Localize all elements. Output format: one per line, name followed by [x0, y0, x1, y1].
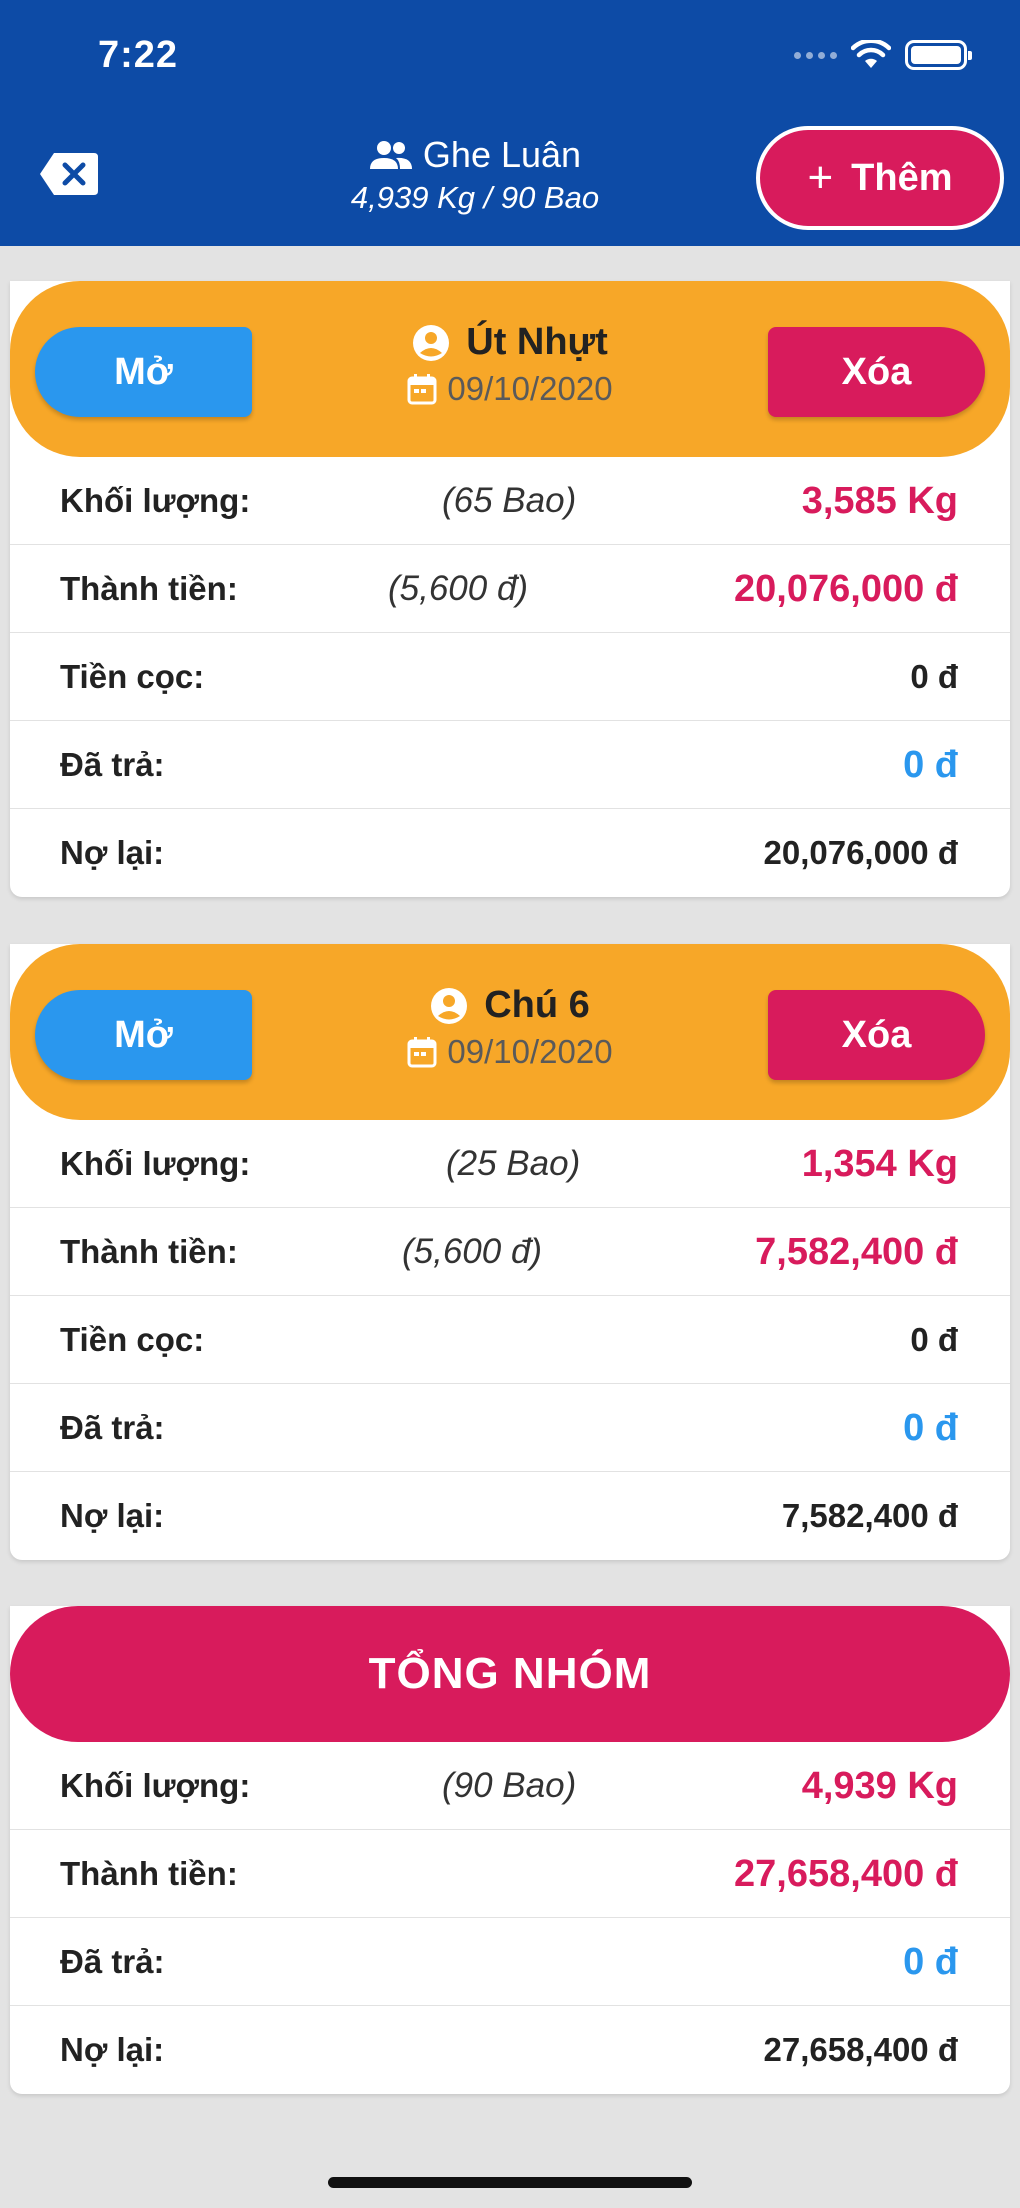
- amount-label: Thành tiền:: [60, 1855, 238, 1892]
- battery-icon: [905, 40, 972, 70]
- account-circle-icon: [431, 987, 468, 1024]
- add-button-label: Thêm: [851, 156, 953, 199]
- weight-label: Khối lượng:: [60, 1767, 251, 1804]
- wifi-icon: [851, 40, 891, 68]
- debt-label: Nợ lại:: [60, 1497, 165, 1534]
- weight-value: 4,939 Kg: [801, 1765, 958, 1807]
- paid-value: 0 đ: [903, 1941, 958, 1983]
- customer-card: Mở Chú 6 09/10/2020 Xóa Khối lượng: (25 …: [10, 944, 1010, 1560]
- deposit-value: 0 đ: [910, 1321, 958, 1358]
- delete-button[interactable]: Xóa: [768, 990, 985, 1080]
- amount-label: Thành tiền:: [60, 1233, 238, 1270]
- deposit-label: Tiền cọc:: [60, 1321, 205, 1358]
- weight-value: 3,585 Kg: [801, 480, 958, 522]
- amount-label: Thành tiền:: [60, 570, 238, 607]
- amount-row: Thành tiền: 27,658,400 đ: [10, 1830, 1010, 1918]
- debt-label: Nợ lại:: [60, 2031, 165, 2068]
- delete-button[interactable]: Xóa: [768, 327, 985, 417]
- app-header: 7:22 Ghe Luân 4,939 Kg / 90 Bao + Thêm: [0, 0, 1020, 246]
- group-people-icon: [369, 141, 412, 169]
- customer-card-header: Mở Chú 6 09/10/2020 Xóa: [10, 944, 1010, 1120]
- bag-count: (65 Bao): [442, 481, 577, 520]
- weight-label: Khối lượng:: [60, 1145, 251, 1182]
- add-button[interactable]: + Thêm: [756, 126, 1004, 230]
- debt-value: 7,582,400 đ: [781, 1497, 958, 1534]
- customer-name: Chú 6: [484, 984, 590, 1026]
- unit-price: (5,600 đ): [388, 569, 529, 608]
- status-icons: [794, 38, 972, 72]
- paid-row: Đã trả: 0 đ: [10, 1918, 1010, 2006]
- open-button[interactable]: Mở: [35, 990, 252, 1080]
- status-time: 7:22: [98, 34, 179, 76]
- group-total-title: TỔNG NHÓM: [368, 1649, 652, 1698]
- debt-value: 27,658,400 đ: [763, 2031, 959, 2068]
- customer-card: Mở Út Nhựt 09/10/2020 Xóa Khối lượng: (6…: [10, 281, 1010, 897]
- weight-value: 1,354 Kg: [801, 1143, 958, 1185]
- page-subtitle: 4,939 Kg / 90 Bao: [350, 180, 600, 215]
- debt-label: Nợ lại:: [60, 834, 165, 871]
- deposit-label: Tiền cọc:: [60, 658, 205, 695]
- amount-row: Thành tiền: (5,600 đ) 7,582,400 đ: [10, 1208, 1010, 1296]
- account-circle-icon: [413, 324, 450, 361]
- bag-count: (90 Bao): [442, 1766, 577, 1805]
- card-date: 09/10/2020: [447, 370, 613, 407]
- group-total-header: TỔNG NHÓM: [10, 1606, 1010, 1742]
- open-button[interactable]: Mở: [35, 327, 252, 417]
- amount-row: Thành tiền: (5,600 đ) 20,076,000 đ: [10, 545, 1010, 633]
- weight-row: Khối lượng: (90 Bao) 4,939 Kg: [10, 1742, 1010, 1830]
- amount-value: 20,076,000 đ: [734, 568, 958, 610]
- deposit-value: 0 đ: [910, 658, 958, 695]
- amount-value: 27,658,400 đ: [734, 1853, 958, 1895]
- plus-icon: +: [807, 153, 834, 202]
- weight-row: Khối lượng: (25 Bao) 1,354 Kg: [10, 1120, 1010, 1208]
- calendar-icon: [407, 1037, 437, 1068]
- customer-name: Út Nhựt: [466, 321, 608, 363]
- customer-card-header: Mở Út Nhựt 09/10/2020 Xóa: [10, 281, 1010, 457]
- header-title-block: Ghe Luân 4,939 Kg / 90 Bao: [230, 134, 720, 216]
- paid-value: 0 đ: [903, 1407, 958, 1449]
- weight-label: Khối lượng:: [60, 482, 251, 519]
- paid-row: Đã trả: 0 đ: [10, 721, 1010, 809]
- debt-row: Nợ lại: 20,076,000 đ: [10, 809, 1010, 897]
- group-total-card: TỔNG NHÓM Khối lượng: (90 Bao) 4,939 Kg …: [10, 1606, 1010, 2094]
- home-indicator[interactable]: [328, 2177, 692, 2188]
- debt-value: 20,076,000 đ: [763, 834, 959, 871]
- calendar-icon: [407, 374, 437, 405]
- page-title: Ghe Luân: [422, 134, 582, 175]
- bag-count: (25 Bao): [446, 1144, 581, 1183]
- paid-label: Đã trả:: [60, 1943, 165, 1980]
- deposit-row: Tiền cọc: 0 đ: [10, 1296, 1010, 1384]
- cellular-signal-icon: [794, 51, 837, 59]
- backspace-close-icon: [40, 153, 98, 195]
- paid-row: Đã trả: 0 đ: [10, 1384, 1010, 1472]
- paid-label: Đã trả:: [60, 746, 165, 783]
- paid-value: 0 đ: [903, 744, 958, 786]
- amount-value: 7,582,400 đ: [755, 1231, 958, 1273]
- paid-label: Đã trả:: [60, 1409, 165, 1446]
- debt-row: Nợ lại: 27,658,400 đ: [10, 2006, 1010, 2094]
- weight-row: Khối lượng: (65 Bao) 3,585 Kg: [10, 457, 1010, 545]
- close-back-button[interactable]: [38, 151, 100, 197]
- unit-price: (5,600 đ): [402, 1232, 543, 1271]
- card-date: 09/10/2020: [447, 1033, 613, 1070]
- debt-row: Nợ lại: 7,582,400 đ: [10, 1472, 1010, 1560]
- deposit-row: Tiền cọc: 0 đ: [10, 633, 1010, 721]
